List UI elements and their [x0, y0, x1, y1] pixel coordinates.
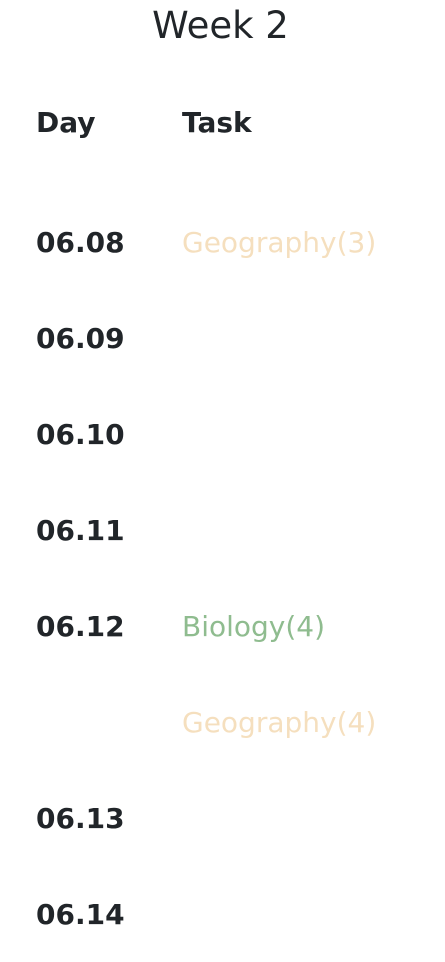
table-row: Geography(4) — [36, 674, 436, 770]
day-cell: 06.13 — [36, 801, 125, 835]
table-header: Day Task — [36, 98, 436, 146]
table-row: 06.11 — [36, 482, 436, 578]
day-cell: 06.11 — [36, 513, 125, 547]
table-row: 06.14 — [36, 866, 436, 962]
task-cell: Geography(3) — [182, 225, 377, 259]
schedule-table: Day Task 06.08 Geography(3) 06.09 06.10 … — [36, 98, 436, 962]
task-cell: Geography(4) — [182, 705, 377, 739]
day-cell: 06.08 — [36, 225, 125, 259]
day-cell: 06.14 — [36, 897, 125, 931]
page-title: Week 2 — [152, 4, 289, 47]
table-row: 06.09 — [36, 290, 436, 386]
table-row: 06.08 Geography(3) — [36, 194, 436, 290]
table-row: 06.12 Biology(4) — [36, 578, 436, 674]
day-cell: 06.09 — [36, 321, 125, 355]
task-cell: Biology(4) — [182, 609, 326, 643]
day-cell: 06.12 — [36, 609, 125, 643]
table-row: 06.13 — [36, 770, 436, 866]
column-header-day: Day — [36, 105, 96, 139]
table-row: 06.10 — [36, 386, 436, 482]
day-cell: 06.10 — [36, 417, 125, 451]
column-header-task: Task — [182, 105, 252, 139]
